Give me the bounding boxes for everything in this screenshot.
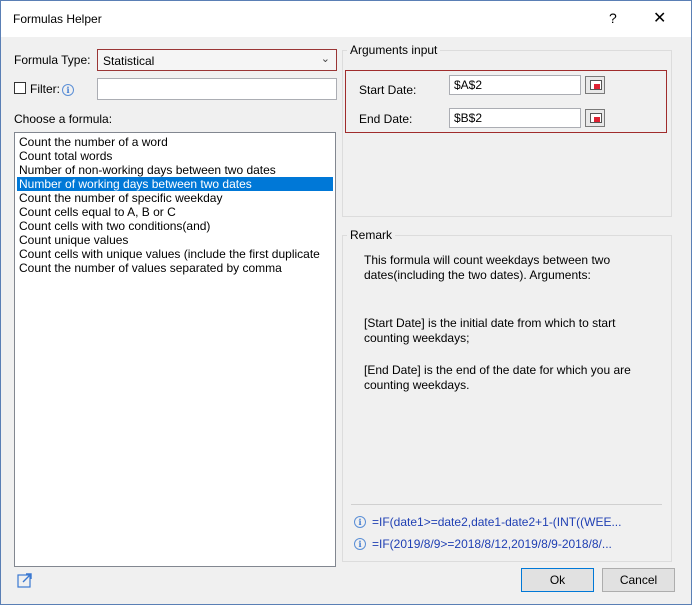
remark-text-line: counting weekdays. xyxy=(364,378,470,392)
list-item[interactable]: Count cells with two conditions(and) xyxy=(17,219,333,233)
formula-list[interactable]: Count the number of a word Count total w… xyxy=(14,132,336,567)
share-icon[interactable] xyxy=(17,572,33,588)
end-date-value: $B$2 xyxy=(454,111,483,125)
window-title: Formulas Helper xyxy=(13,12,102,26)
range-select-icon[interactable] xyxy=(585,109,605,127)
list-item[interactable]: Count the number of a word xyxy=(17,135,333,149)
list-item[interactable]: Count total words xyxy=(17,149,333,163)
remark-text-line: counting weekdays; xyxy=(364,331,470,345)
remark-text-line: This formula will count weekdays between… xyxy=(364,253,611,267)
chevron-down-icon: ⌄ xyxy=(320,53,330,65)
list-item[interactable]: Count cells equal to A, B or C xyxy=(17,205,333,219)
remark-group xyxy=(342,235,672,562)
info-icon: i xyxy=(354,538,366,550)
close-button[interactable]: ✕ xyxy=(653,8,666,28)
formula-type-select[interactable]: Statistical ⌄ xyxy=(97,49,337,71)
end-date-input[interactable]: $B$2 xyxy=(449,108,581,128)
filter-label: Filter: xyxy=(30,82,60,96)
arguments-group-title: Arguments input xyxy=(347,43,441,57)
remark-group-title: Remark xyxy=(347,228,396,242)
list-item[interactable]: Count cells with unique values (include … xyxy=(17,247,333,261)
filter-checkbox[interactable] xyxy=(14,82,26,94)
remark-paragraph-end: [End Date] is the end of the date for wh… xyxy=(364,363,664,393)
start-date-label: Start Date: xyxy=(359,83,417,97)
list-item[interactable]: Count unique values xyxy=(17,233,333,247)
list-item[interactable]: Number of non-working days between two d… xyxy=(17,163,333,177)
remark-paragraph-start: [Start Date] is the initial date from wh… xyxy=(364,316,664,346)
formulas-helper-dialog: Formulas Helper ? ✕ Formula Type: Statis… xyxy=(0,0,692,605)
start-date-value: $A$2 xyxy=(454,78,483,92)
cancel-button[interactable]: Cancel xyxy=(602,568,675,592)
remark-text-line: dates(including the two dates). Argument… xyxy=(364,268,591,282)
filter-input[interactable] xyxy=(97,78,337,100)
formula-generic[interactable]: =IF(date1>=date2,date1-date2+1-(INT((WEE… xyxy=(372,515,621,529)
ok-button[interactable]: Ok xyxy=(521,568,594,592)
remark-text-line: [End Date] is the end of the date for wh… xyxy=(364,363,631,377)
help-button[interactable]: ? xyxy=(609,10,617,26)
end-date-label: End Date: xyxy=(359,112,413,126)
formula-type-label: Formula Type: xyxy=(14,53,91,67)
remark-text-line: [Start Date] is the initial date from wh… xyxy=(364,316,616,330)
choose-formula-label: Choose a formula: xyxy=(14,112,113,126)
formula-example[interactable]: =IF(2019/8/9>=2018/8/12,2019/8/9-2018/8/… xyxy=(372,537,612,551)
list-item-selected[interactable]: Number of working days between two dates xyxy=(17,177,333,191)
remark-paragraph-intro: This formula will count weekdays between… xyxy=(364,253,664,283)
list-item[interactable]: Count the number of values separated by … xyxy=(17,261,333,275)
start-date-input[interactable]: $A$2 xyxy=(449,75,581,95)
formula-type-value: Statistical xyxy=(103,54,155,68)
info-icon: i xyxy=(354,516,366,528)
list-item[interactable]: Count the number of specific weekday xyxy=(17,191,333,205)
range-select-icon[interactable] xyxy=(585,76,605,94)
info-icon[interactable]: i xyxy=(62,84,74,96)
remark-divider xyxy=(351,504,662,505)
title-bar: Formulas Helper ? ✕ xyxy=(1,1,691,37)
